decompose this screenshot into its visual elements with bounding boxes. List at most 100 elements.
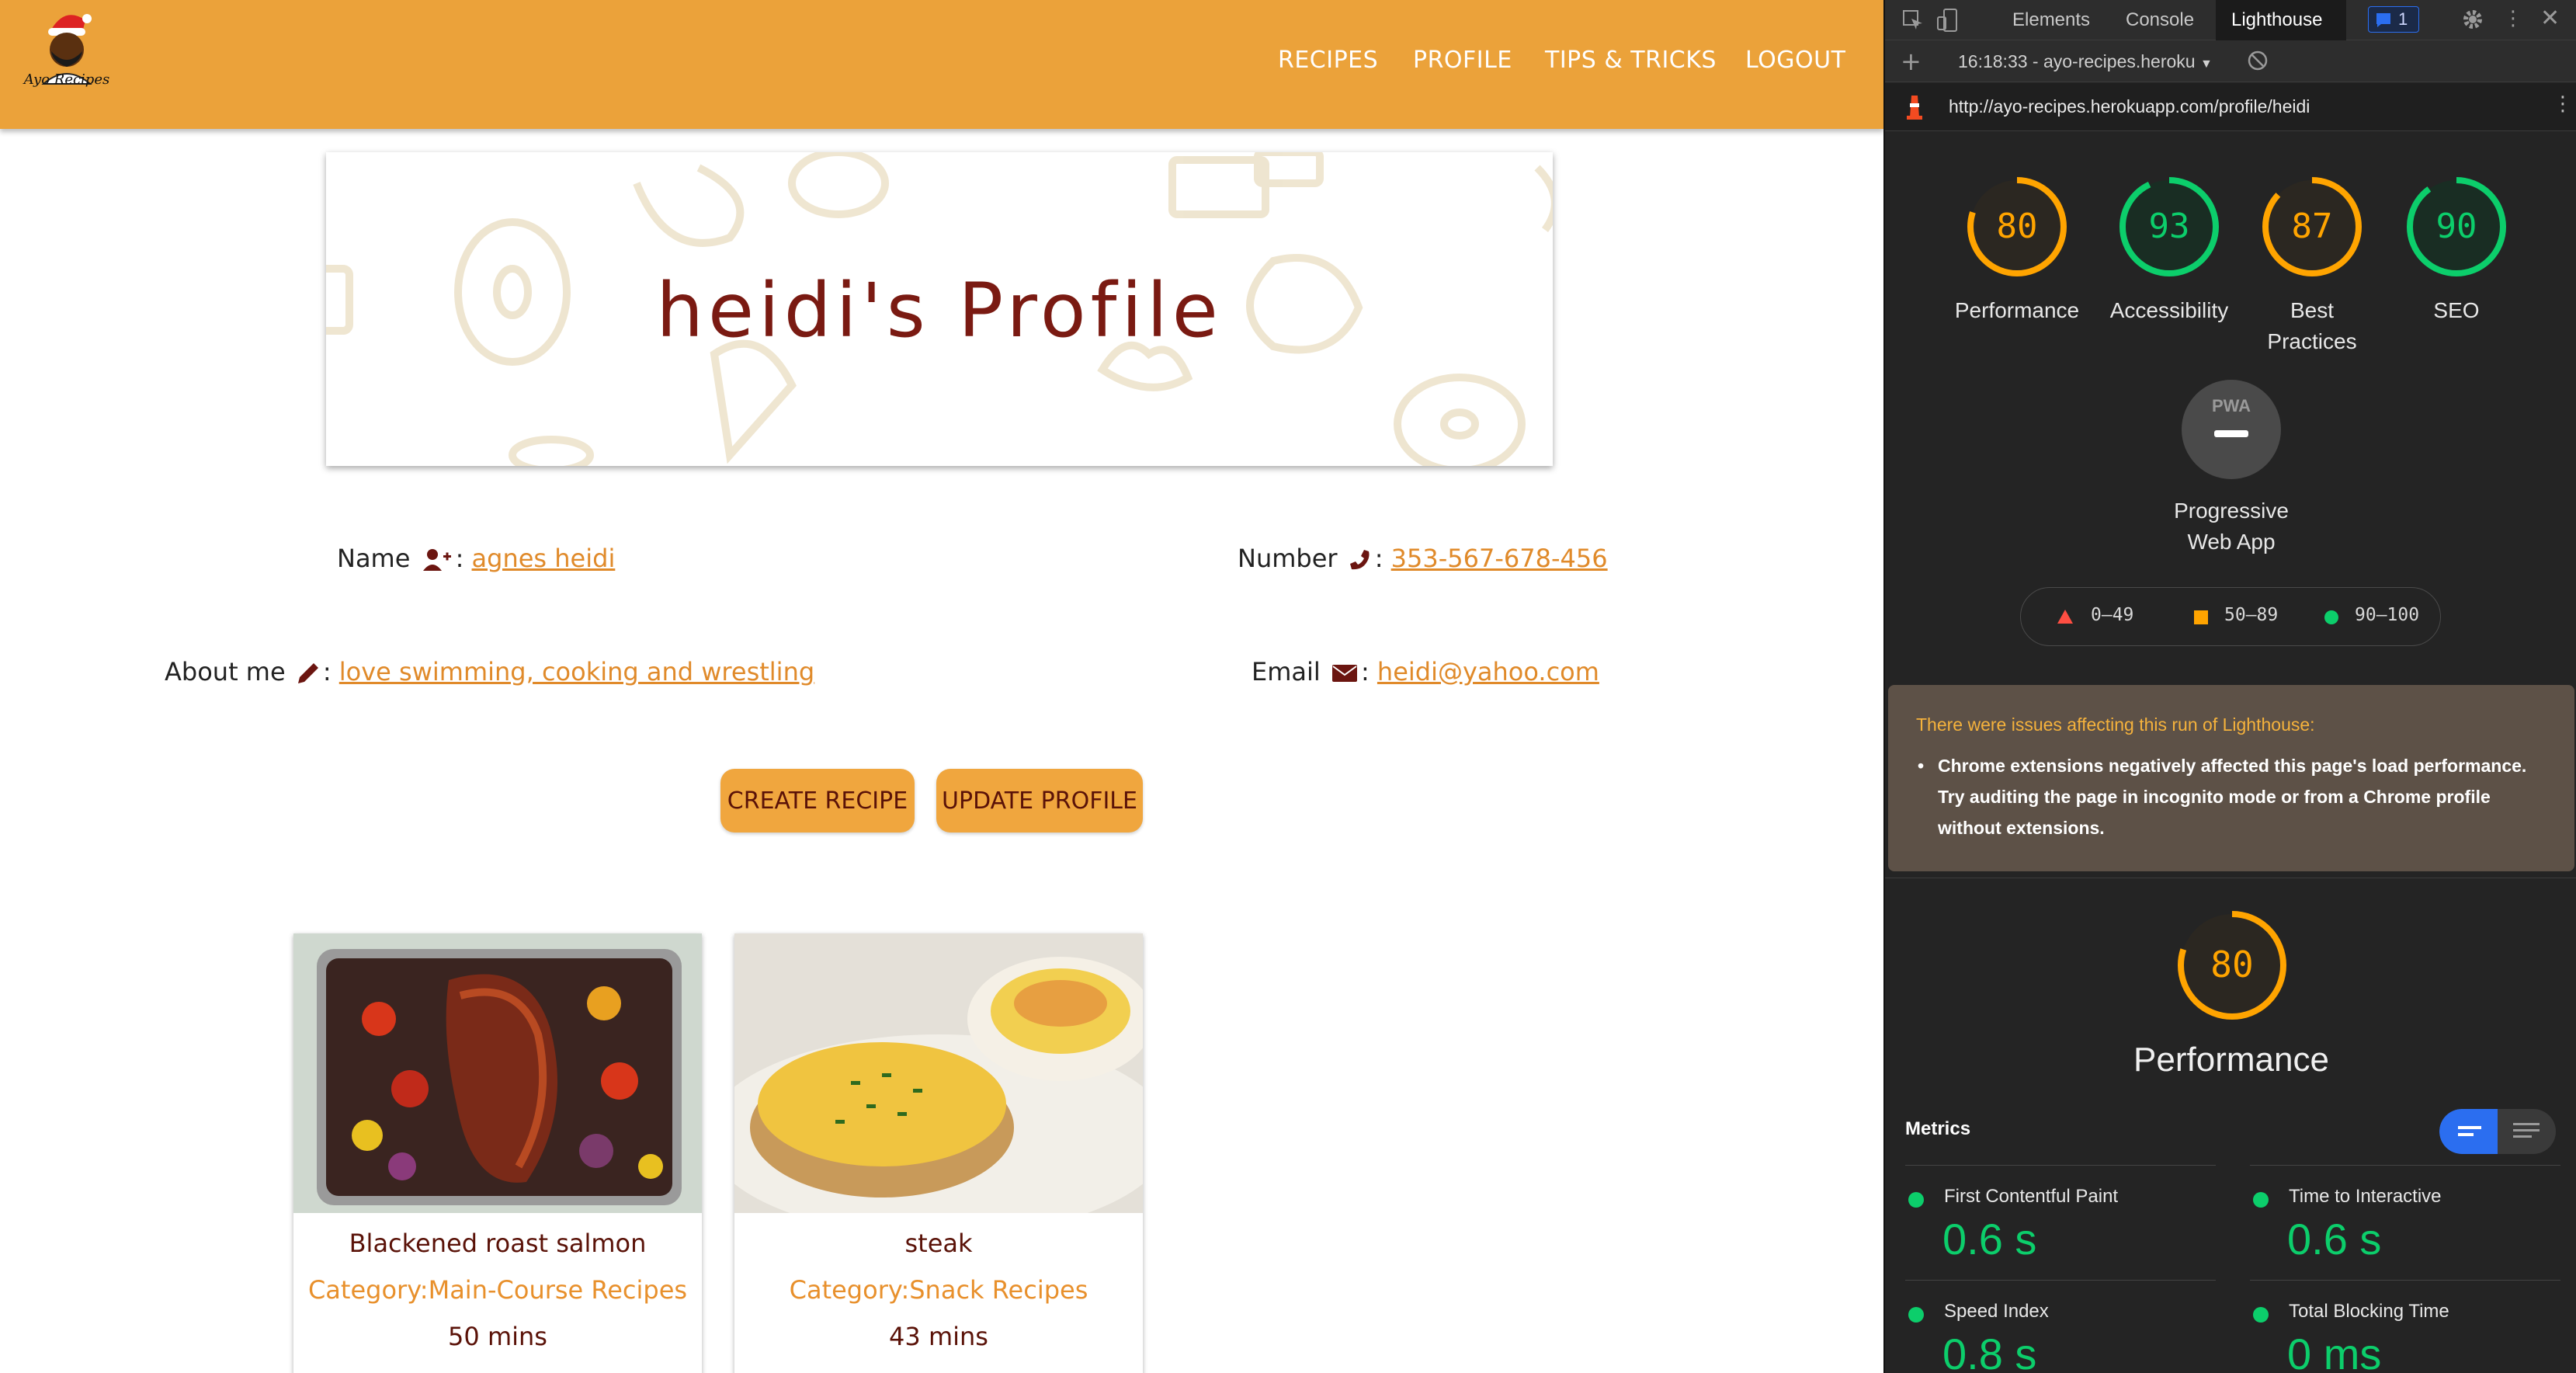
devtools-panel: Elements Console Lighthouse 1 ⋮ ✕ + 16:1… — [1883, 0, 2576, 1373]
score-ring: 87 — [2262, 177, 2362, 276]
circle-pass-icon — [2324, 610, 2339, 630]
metric-label: Speed Index — [1944, 1301, 2049, 1322]
profile-banner: heidi's Profile — [326, 152, 1553, 466]
metric-time-to-interactive: Time to Interactive 0.6 s — [2250, 1165, 2560, 1281]
more-vertical-icon[interactable]: ⋮ — [2503, 8, 2523, 30]
more-vertical-icon[interactable]: ⋮ — [2553, 92, 2573, 116]
settings-gear-icon[interactable] — [2461, 8, 2484, 34]
number-value-link[interactable]: 353-567-678-456 — [1391, 544, 1608, 573]
nav-link-profile[interactable]: PROFILE — [1413, 47, 1512, 74]
runtime-warning: There were issues affecting this run of … — [1888, 685, 2574, 871]
pass-dot-icon — [1908, 1192, 1924, 1208]
colon: : — [1374, 544, 1383, 573]
pencil-icon — [293, 657, 323, 686]
number-info: Number : 353-567-678-456 — [1238, 544, 1608, 573]
legend-average-range: 50–89 — [2224, 605, 2279, 625]
score-value: 80 — [2210, 944, 2253, 985]
gauge-label: Best Practices — [2267, 298, 2357, 353]
gauge-accessibility[interactable]: 93 Accessibility — [2099, 174, 2239, 326]
recipe-time: 43 mins — [889, 1322, 988, 1351]
pwa-badge-text: PWA — [2212, 396, 2251, 415]
number-label: Number — [1238, 544, 1338, 573]
gauge-pwa[interactable]: PWA Progressive Web App — [2161, 377, 2301, 558]
about-info: About me : love swimming, cooking and wr… — [165, 657, 814, 686]
tab-lighthouse[interactable]: Lighthouse — [2231, 9, 2322, 31]
toggle-compact-view[interactable] — [2439, 1109, 2498, 1154]
metrics-view-toggle[interactable] — [2439, 1109, 2556, 1154]
recipe-category: Category:Snack Recipes — [789, 1275, 1088, 1305]
issues-count: 1 — [2398, 9, 2408, 29]
square-average-icon — [2193, 610, 2209, 630]
nav-link-logout[interactable]: LOGOUT — [1745, 47, 1845, 74]
score-value: 90 — [2436, 207, 2477, 246]
nav-link-recipes[interactable]: RECIPES — [1278, 47, 1378, 74]
metric-label: First Contentful Paint — [1944, 1186, 2119, 1207]
metrics-heading: Metrics — [1905, 1118, 1971, 1139]
pass-dot-icon — [2253, 1192, 2269, 1208]
message-icon — [2376, 13, 2390, 27]
close-icon[interactable]: ✕ — [2540, 5, 2560, 32]
gauge-seo[interactable]: 90 SEO — [2394, 174, 2519, 326]
lighthouse-icon — [1904, 94, 1925, 123]
tab-elements[interactable]: Elements — [2012, 9, 2090, 31]
site-logo[interactable]: Ayo Recipes — [20, 6, 113, 93]
user-plus-icon — [418, 544, 456, 573]
nav-link-tips-tricks[interactable]: TIPS & TRICKS — [1545, 47, 1717, 74]
lines-expanded-icon[interactable] — [2498, 1109, 2556, 1154]
pass-dot-icon — [2253, 1307, 2269, 1323]
score-legend: 0–49 50–89 90–100 — [2020, 587, 2441, 646]
about-label: About me — [165, 657, 286, 686]
website-viewport: Ayo Recipes RECIPES PROFILE TIPS & TRICK… — [0, 0, 1883, 1373]
score-ring: 80 — [1967, 177, 2067, 276]
warning-title: There were issues affecting this run of … — [1916, 714, 2315, 735]
add-icon[interactable]: + — [1901, 47, 1922, 76]
recipe-card[interactable]: steak Category:Snack Recipes 43 mins — [734, 933, 1143, 1373]
tab-console[interactable]: Console — [2126, 9, 2194, 31]
pass-dot-icon — [1908, 1307, 1924, 1323]
name-value-link[interactable]: agnes heidi — [472, 544, 616, 573]
audited-url: http://ayo-recipes.herokuapp.com/profile… — [1949, 96, 2310, 116]
colon: : — [1360, 657, 1370, 686]
report-selector-label: 16:18:33 - ayo-recipes.heroku — [1958, 51, 2196, 71]
device-toolbar-icon[interactable] — [1936, 8, 1960, 36]
create-recipe-button[interactable]: CREATE RECIPE — [720, 769, 915, 832]
gauge-label: Performance — [1954, 298, 2080, 322]
metric-label: Total Blocking Time — [2289, 1301, 2449, 1322]
update-profile-button[interactable]: UPDATE PROFILE — [936, 769, 1143, 832]
score-value: 87 — [2292, 207, 2333, 246]
pwa-badge-icon: PWA — [2182, 380, 2281, 479]
legend-pass-range: 90–100 — [2355, 605, 2420, 625]
recipe-image-salmon[interactable] — [293, 933, 702, 1213]
metric-value: 0.6 s — [1942, 1215, 2037, 1264]
clear-blocked-icon[interactable] — [2247, 50, 2269, 75]
score-ring: 93 — [2119, 177, 2219, 276]
lines-short-icon — [2458, 1126, 2481, 1136]
audited-url-bar: http://ayo-recipes.herokuapp.com/profile… — [1885, 83, 2576, 131]
gauge-best-practices[interactable]: 87 Best Practices — [2250, 174, 2374, 357]
metric-value: 0 ms — [2287, 1330, 2382, 1373]
email-info: Email : heidi@yahoo.com — [1252, 657, 1599, 686]
email-value-link[interactable]: heidi@yahoo.com — [1377, 657, 1599, 686]
score-value: 93 — [2149, 207, 2190, 246]
inspect-element-icon[interactable] — [1902, 9, 1924, 34]
name-info: Name : agnes heidi — [337, 544, 615, 573]
colon: : — [322, 657, 332, 686]
gauge-label: Accessibility — [2109, 298, 2229, 322]
performance-gauge-large: 80 — [2175, 909, 2289, 1025]
gauge-performance[interactable]: 80 Performance — [1947, 174, 2087, 326]
score-ring: 80 — [2178, 911, 2286, 1020]
performance-heading: Performance — [2133, 1041, 2329, 1079]
recipe-image-steak[interactable] — [734, 933, 1143, 1213]
recipe-card[interactable]: Blackened roast salmon Category:Main-Cou… — [293, 933, 702, 1373]
metric-speed-index: Speed Index 0.8 s — [1905, 1280, 2216, 1373]
metric-value: 0.8 s — [1942, 1330, 2037, 1373]
metric-total-blocking-time: Total Blocking Time 0 ms — [2250, 1280, 2560, 1373]
name-label: Name — [337, 544, 411, 573]
metric-value: 0.6 s — [2287, 1215, 2382, 1264]
about-value-link[interactable]: love swimming, cooking and wrestling — [339, 657, 814, 686]
colon: : — [455, 544, 464, 573]
score-ring: 90 — [2407, 177, 2506, 276]
report-selector[interactable]: 16:18:33 - ayo-recipes.heroku ▼ — [1958, 51, 2213, 72]
issues-badge[interactable]: 1 — [2368, 6, 2419, 33]
lighthouse-toolbar: + 16:18:33 - ayo-recipes.heroku ▼ — [1885, 40, 2576, 82]
